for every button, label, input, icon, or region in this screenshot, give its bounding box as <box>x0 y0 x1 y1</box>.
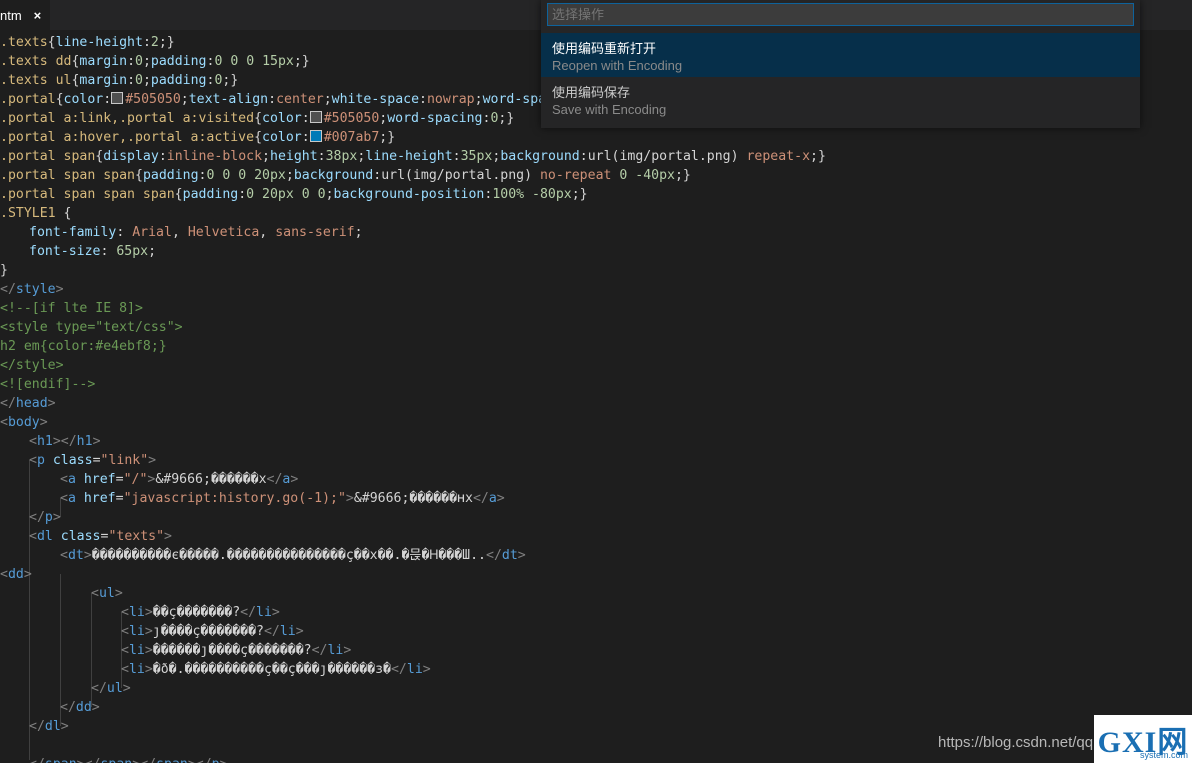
code-line: font-family: Arial, Helvetica, sans-seri… <box>29 225 363 240</box>
code-line: <![endif]--> <box>0 377 96 392</box>
palette-item-reopen-with-encoding[interactable]: 使用编码重新打开 Reopen with Encoding <box>541 33 1140 77</box>
color-swatch[interactable] <box>309 130 322 142</box>
watermark-text: https://blog.csdn.net/qq <box>938 734 1094 751</box>
code-line: <li>��ç�������?</li> <box>121 605 280 620</box>
code-line: h2 em{color:#e4ebf8;} <box>0 339 167 354</box>
code-line: <ul> <box>91 586 123 601</box>
code-line: </head> <box>0 396 56 411</box>
code-line: <p class="link"> <box>29 453 157 468</box>
code-line: .texts ul{margin:0;padding:0;} <box>0 73 239 88</box>
code-line: <body> <box>0 415 48 430</box>
code-line: <dd> <box>0 567 32 582</box>
code-line: .texts{line-height:2;} <box>0 35 175 50</box>
code-line: </dd> <box>60 700 100 715</box>
color-swatch[interactable] <box>111 92 124 104</box>
code-line: .portal a:link,.portal a:visited{color: #… <box>0 111 515 126</box>
code-line: <a href="/">&#9666;������x</a> <box>60 472 299 487</box>
palette-item-label: 使用编码重新打开 <box>552 41 657 56</box>
code-line: <dl class="texts"> <box>29 529 172 544</box>
code-line: font-size: 65px; <box>29 244 157 259</box>
code-line: </span></span></span></p> <box>29 755 228 763</box>
code-line: <dt>����������є�����.���������������ç��x… <box>60 548 526 563</box>
code-line: <a href="javascript:history.go(-1);">&#9… <box>60 491 505 506</box>
code-line: <h1></h1> <box>29 434 101 449</box>
code-line: </p> <box>29 510 61 525</box>
code-line: <!--[if lte IE 8]> <box>0 301 143 316</box>
code-line: </ul> <box>91 681 131 696</box>
editor-tab[interactable]: ntm × <box>0 0 50 30</box>
code-line: .STYLE1 { <box>0 206 72 221</box>
code-line: } <box>0 263 8 278</box>
palette-item-detail: Reopen with Encoding <box>552 58 683 73</box>
code-line: .portal span span span{padding:0 20px 0 … <box>0 187 588 202</box>
code-line: </dl> <box>29 719 69 734</box>
code-line: .portal span{display:inline-block;height… <box>0 149 826 164</box>
site-logo: GXI网 system.com <box>1094 715 1192 763</box>
code-line: <style type="text/css"> <box>0 320 183 335</box>
color-swatch[interactable] <box>309 111 322 123</box>
code-line: <li>ȷ����ç�������?</li> <box>121 624 304 639</box>
close-icon[interactable]: × <box>34 8 42 23</box>
code-line: </style> <box>0 282 64 297</box>
command-palette: 使用编码重新打开 Reopen with Encoding 使用编码保存 Sav… <box>541 0 1140 128</box>
code-line: </style> <box>0 358 64 373</box>
code-line: .portal{color: #505050;text-align:center;… <box>0 92 562 107</box>
code-editor[interactable]: .texts{line-height:2;} .texts dd{margin:… <box>0 30 1192 763</box>
code-line: .portal a:hover,.portal a:active{color: #… <box>0 130 396 145</box>
code-line: .texts dd{margin:0;padding:0 0 0 15px;} <box>0 54 310 69</box>
palette-item-detail: Save with Encoding <box>552 102 667 117</box>
tab-title: ntm <box>0 7 22 23</box>
palette-item-label: 使用编码保存 <box>552 85 631 100</box>
code-line: <li>������ȷ����ç�������?</li> <box>121 643 352 658</box>
palette-item-save-with-encoding[interactable]: 使用编码保存 Save with Encoding <box>541 77 1140 121</box>
code-line: .portal span span{padding:0 0 0 20px;bac… <box>0 168 691 183</box>
code-line: <li>�ð�.����������ç��ç���ȷ������ɜ�</li> <box>121 662 431 677</box>
logo-sub-text: system.com <box>1139 750 1188 760</box>
command-palette-input[interactable] <box>547 3 1134 26</box>
indent-guide <box>29 460 30 760</box>
